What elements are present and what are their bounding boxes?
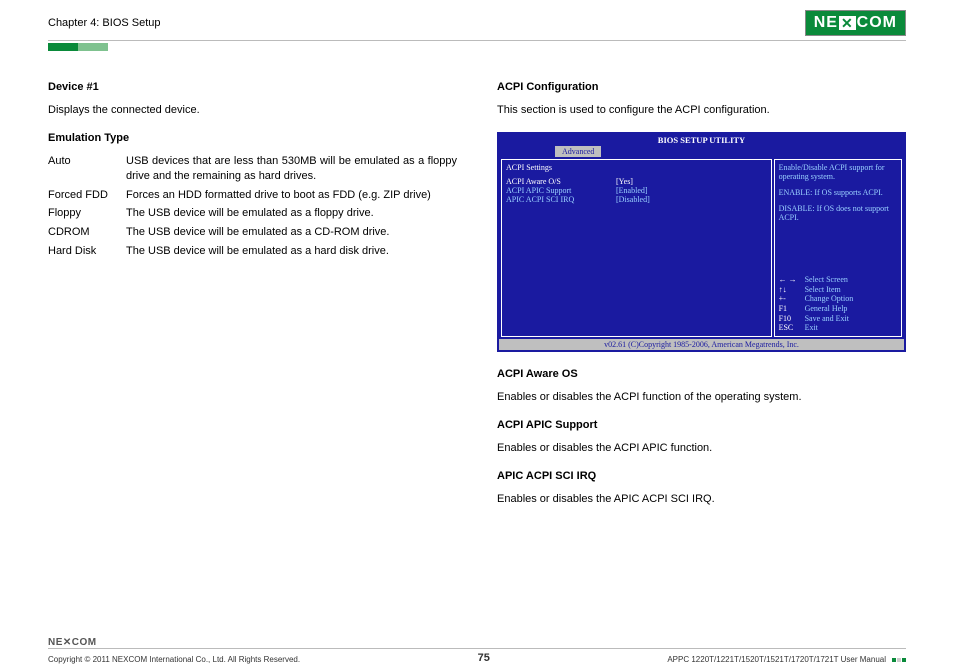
- bios-nav-row: ← →Select Screen: [779, 275, 897, 285]
- bios-nav-row: ↑↓Select Item: [779, 285, 897, 295]
- bios-nav-row: F10Save and Exit: [779, 314, 897, 324]
- bios-help-pane: Enable/Disable ACPI support for operatin…: [774, 159, 902, 337]
- bios-section: ACPI Settings: [506, 163, 767, 172]
- bios-option: ACPI APIC Support[Enabled]: [506, 186, 767, 195]
- left-column: Device #1 Displays the connected device.…: [48, 81, 457, 520]
- footer-doc: APPC 1220T/1221T/1520T/1521T/1720T/1721T…: [667, 655, 886, 664]
- bios-copyright: v02.61 (C)Copyright 1985-2006, American …: [499, 339, 904, 350]
- bios-nav-row: +-Change Option: [779, 294, 897, 304]
- heading-device1: Device #1: [48, 81, 457, 93]
- emulation-key: Forced FDD: [48, 188, 126, 203]
- bios-nav: ← →Select Screen↑↓Select Item+-Change Op…: [779, 275, 897, 333]
- page-footer: NE✕COM Copyright © 2011 NEXCOM Internati…: [48, 637, 906, 664]
- emulation-row: Hard DiskThe USB device will be emulated…: [48, 244, 457, 259]
- right-column: ACPI Configuration This section is used …: [497, 81, 906, 520]
- page-number: 75: [478, 652, 490, 664]
- accent-bar: [48, 43, 108, 51]
- emulation-key: Floppy: [48, 206, 126, 221]
- emulation-key: Hard Disk: [48, 244, 126, 259]
- heading-acpi-apic: ACPI APIC Support: [497, 419, 906, 431]
- footer-copyright: Copyright © 2011 NEXCOM International Co…: [48, 655, 300, 664]
- footer-logo: NE✕COM: [48, 637, 906, 648]
- bios-title: BIOS SETUP UTILITY: [499, 134, 904, 146]
- emulation-desc: The USB device will be emulated as a flo…: [126, 206, 457, 221]
- emulation-row: CDROMThe USB device will be emulated as …: [48, 225, 457, 240]
- bios-help1: Enable/Disable ACPI support for operatin…: [779, 163, 897, 182]
- emulation-desc: The USB device will be emulated as a har…: [126, 244, 457, 259]
- bios-tabs: Advanced: [499, 146, 904, 157]
- chapter-title: Chapter 4: BIOS Setup: [48, 17, 161, 29]
- emulation-desc: Forces an HDD formatted drive to boot as…: [126, 188, 457, 203]
- emulation-row: Forced FDDForces an HDD formatted drive …: [48, 188, 457, 203]
- text-acpi-config: This section is used to configure the AC…: [497, 103, 906, 118]
- emulation-row: FloppyThe USB device will be emulated as…: [48, 206, 457, 221]
- bios-help2: ENABLE: If OS supports ACPI.: [779, 188, 897, 198]
- bios-help3: DISABLE: If OS does not support ACPI.: [779, 204, 897, 223]
- heading-acpi-aware: ACPI Aware OS: [497, 368, 906, 380]
- emulation-desc: USB devices that are less than 530MB wil…: [126, 154, 457, 184]
- bios-left-pane: ACPI Settings ACPI Aware O/S[Yes]ACPI AP…: [501, 159, 772, 337]
- heading-apic-sci: APIC ACPI SCI IRQ: [497, 470, 906, 482]
- bios-nav-row: F1General Help: [779, 304, 897, 314]
- heading-acpi-config: ACPI Configuration: [497, 81, 906, 93]
- text-apic-sci: Enables or disables the APIC ACPI SCI IR…: [497, 492, 906, 507]
- bios-screenshot: BIOS SETUP UTILITY Advanced ACPI Setting…: [497, 132, 906, 352]
- emulation-row: AutoUSB devices that are less than 530MB…: [48, 154, 457, 184]
- bios-option: ACPI Aware O/S[Yes]: [506, 177, 767, 186]
- emulation-desc: The USB device will be emulated as a CD-…: [126, 225, 457, 240]
- heading-emulation: Emulation Type: [48, 132, 457, 144]
- text-device1: Displays the connected device.: [48, 103, 457, 118]
- bios-tab-advanced: Advanced: [555, 146, 601, 157]
- bios-option: APIC ACPI SCI IRQ[Disabled]: [506, 195, 767, 204]
- text-acpi-aware: Enables or disables the ACPI function of…: [497, 390, 906, 405]
- bios-nav-row: ESCExit: [779, 323, 897, 333]
- nexcom-logo: NE✕COM: [805, 10, 906, 36]
- emulation-key: CDROM: [48, 225, 126, 240]
- emulation-key: Auto: [48, 154, 126, 184]
- footer-dots-icon: [892, 658, 906, 662]
- text-acpi-apic: Enables or disables the ACPI APIC functi…: [497, 441, 906, 456]
- header-rule: [48, 40, 906, 41]
